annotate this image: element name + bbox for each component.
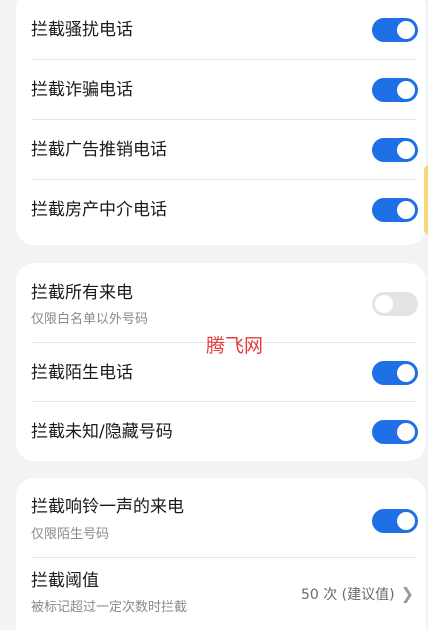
block-harassment-row[interactable]: 拦截骚扰电话 (16, 0, 426, 60)
block-unknown-hidden-row[interactable]: 拦截未知/隐藏号码 (16, 402, 426, 461)
block-strangers-label: 拦截陌生电话 (31, 363, 133, 383)
block-unknown-hidden-toggle[interactable] (372, 420, 418, 444)
block-unknown-hidden-label: 拦截未知/隐藏号码 (31, 422, 173, 442)
block-threshold-label: 拦截阈值 (31, 571, 99, 591)
block-harassment-label: 拦截骚扰电话 (31, 20, 133, 40)
block-real-estate-toggle[interactable] (372, 198, 418, 222)
call-scope-card: 拦截所有来电 仅限白名单以外号码 拦截陌生电话 拦截未知/隐藏号码 (16, 263, 426, 461)
toggle-knob (397, 81, 415, 99)
chevron-right-icon: ❯ (400, 584, 414, 603)
block-ads-label: 拦截广告推销电话 (31, 140, 167, 160)
block-real-estate-row[interactable]: 拦截房产中介电话 (16, 180, 426, 240)
block-threshold-row[interactable]: 拦截阈值 被标记超过一定次数时拦截 50 次 (建议值) ❯ (16, 558, 426, 630)
block-ring-once-row[interactable]: 拦截响铃一声的来电 仅限陌生号码 (16, 478, 426, 558)
block-ring-once-label: 拦截响铃一声的来电 (31, 497, 184, 517)
block-fraud-label: 拦截诈骗电话 (31, 80, 133, 100)
block-strangers-toggle[interactable] (372, 361, 418, 385)
category-blocking-card: 拦截骚扰电话 拦截诈骗电话 拦截广告推销电话 拦截房产中介电话 (16, 0, 426, 245)
toggle-knob (397, 512, 415, 530)
block-all-calls-label: 拦截所有来电 (31, 283, 133, 303)
toggle-knob (397, 201, 415, 219)
block-ring-once-toggle[interactable] (372, 509, 418, 533)
toggle-knob (397, 423, 415, 441)
ring-threshold-card: 拦截响铃一声的来电 仅限陌生号码 拦截阈值 被标记超过一定次数时拦截 50 次 … (16, 478, 426, 630)
block-ads-row[interactable]: 拦截广告推销电话 (16, 120, 426, 180)
toggle-knob (397, 364, 415, 382)
edge-highlight (424, 165, 428, 235)
block-threshold-subtitle: 被标记超过一定次数时拦截 (31, 600, 188, 615)
block-real-estate-label: 拦截房产中介电话 (31, 200, 167, 220)
toggle-knob (375, 295, 393, 313)
block-all-calls-row[interactable]: 拦截所有来电 仅限白名单以外号码 (16, 263, 426, 343)
block-all-calls-toggle[interactable] (372, 292, 418, 316)
block-ads-toggle[interactable] (372, 138, 418, 162)
block-fraud-toggle[interactable] (372, 78, 418, 102)
block-all-calls-subtitle: 仅限白名单以外号码 (31, 312, 149, 327)
block-ring-once-subtitle: 仅限陌生号码 (31, 527, 110, 542)
toggle-knob (397, 141, 415, 159)
block-fraud-row[interactable]: 拦截诈骗电话 (16, 60, 426, 120)
threshold-value: 50 次 (建议值) (300, 587, 395, 603)
toggle-knob (397, 21, 415, 39)
block-harassment-toggle[interactable] (372, 18, 418, 42)
threshold-value-selector[interactable]: 50 次 (建议值) ❯ (301, 584, 414, 604)
block-strangers-row[interactable]: 拦截陌生电话 (16, 343, 426, 402)
call-blocking-settings-page: 拦截骚扰电话 拦截诈骗电话 拦截广告推销电话 拦截房产中介电话 拦截所有来电 仅… (0, 0, 428, 630)
